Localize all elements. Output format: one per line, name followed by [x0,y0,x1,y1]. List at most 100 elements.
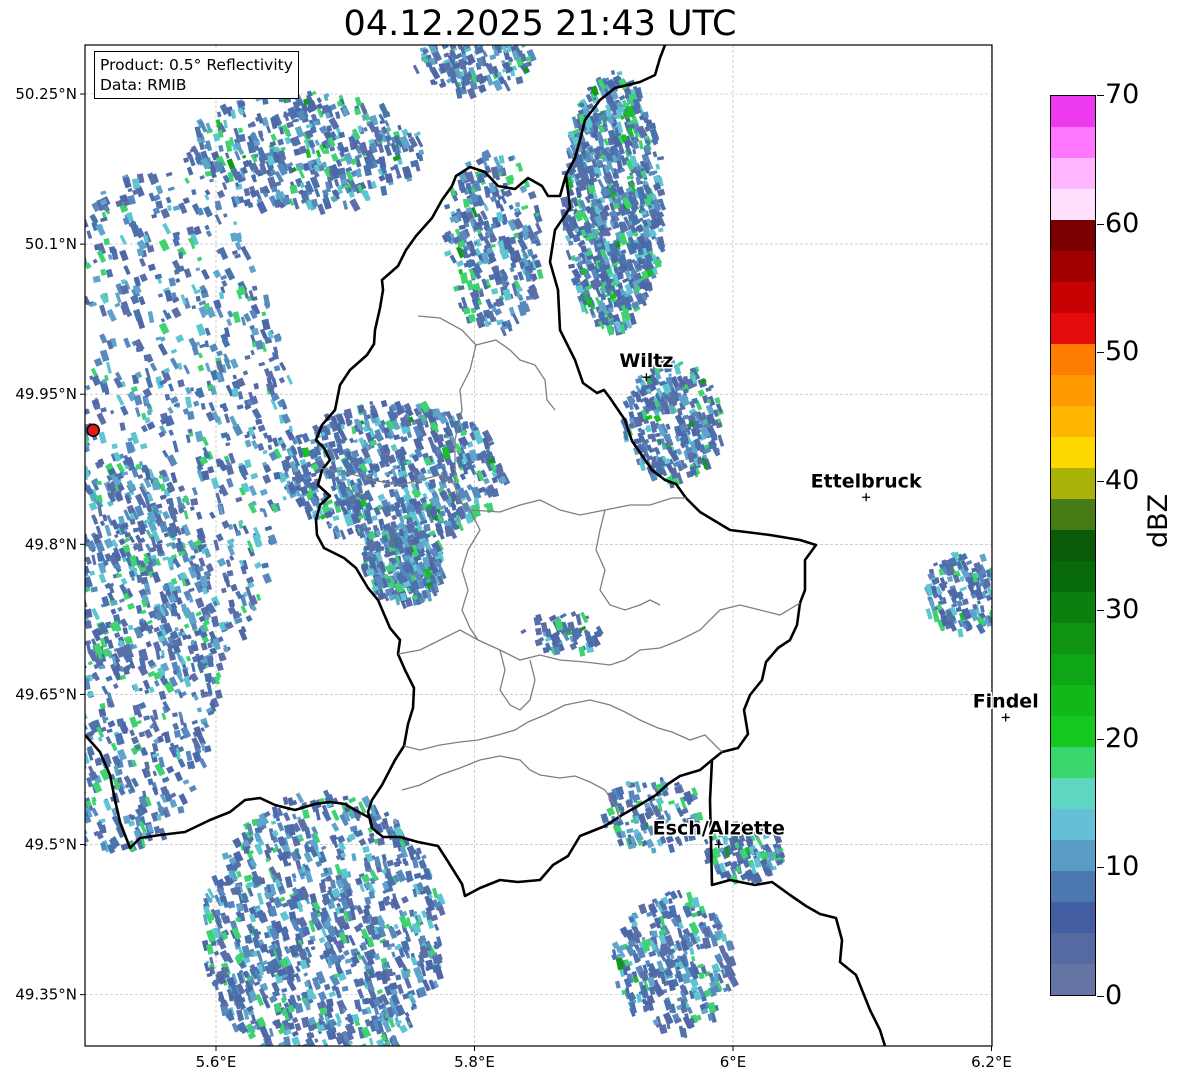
echo-cell [500,195,507,205]
echo-cell [413,872,422,880]
echo-cell [248,265,257,274]
echo-cell [152,641,162,653]
echo-cell [386,859,395,867]
echo-cell [61,506,69,516]
echo-cell [485,298,494,310]
echo-cell [66,471,72,480]
echo-cell [175,334,185,343]
echo-cell [77,744,82,753]
echo-cell [103,537,114,549]
echo-cell [37,507,44,518]
echo-cell [99,333,108,344]
echo-cell [56,259,62,263]
echo-cell [28,723,38,735]
echo-cell [190,662,196,673]
echo-cell [85,268,86,275]
echo-cell [164,289,173,302]
echo-cell [373,953,381,961]
echo-cell [12,734,19,744]
echo-cell [32,553,37,557]
echo-cell [6,690,14,697]
echo-cell [251,407,262,420]
echo-cell [144,689,150,695]
echo-cell [49,754,57,762]
echo-cell [2,673,9,682]
echo-cell [27,482,36,492]
echo-cell [16,747,24,757]
echo-cell [253,832,262,843]
echo-cell [85,663,87,671]
echo-cell [197,364,205,372]
echo-cell [77,462,84,471]
echo-cell [73,590,80,597]
echo-cell [56,334,62,338]
echo-cell [515,201,521,208]
echo-cell [85,535,86,548]
echo-cell [27,576,35,585]
echo-cell [37,568,44,575]
echo-cell [35,771,40,777]
echo-cell [74,487,79,493]
echo-cell [259,488,268,497]
echo-cell [119,234,127,245]
echo-cell [89,375,94,380]
echo-cell [358,838,367,847]
echo-cell [491,287,499,295]
echo-cell [17,546,22,553]
echo-cell [334,986,342,999]
echo-cell [39,746,44,757]
echo-cell [103,798,112,811]
echo-cell [68,707,77,717]
echo-cell [62,455,71,467]
echo-cell [255,593,262,602]
echo-cell [63,603,70,613]
echo-cell [168,497,174,507]
echo-cell [344,1051,352,1060]
echo-cell [75,644,82,649]
echo-cell [287,797,295,807]
echo-cell [185,655,192,662]
echo-cell [168,429,174,436]
echo-cell [60,444,67,452]
echo-cell [99,349,110,363]
echo-cell [391,951,396,958]
echo-cell [76,282,83,290]
echo-cell [163,731,171,744]
echo-cell [504,189,513,198]
echo-cell [652,151,658,158]
echo-cell [195,267,201,272]
echo-cell [191,719,199,725]
echo-cell [421,854,427,860]
echo-cell [160,654,165,659]
echo-cell [105,736,113,745]
echo-cell [85,835,86,844]
echo-cell [41,794,49,805]
echo-cell [204,327,211,337]
echo-cell [36,372,42,378]
echo-cell [182,197,190,205]
echo-cell [47,504,58,516]
echo-cell [49,790,55,800]
echo-cell [202,905,211,916]
echo-cell [12,420,18,425]
echo-cell [331,822,340,832]
echo-cell [170,472,178,484]
echo-cell [72,647,79,655]
echo-cell [227,900,236,909]
echo-cell [610,216,616,222]
echo-cell [221,519,230,530]
echo-cell [206,972,213,978]
echo-cell [45,470,50,479]
echo-cell [35,433,45,445]
echo-cell [78,479,83,486]
echo-cell [54,562,59,567]
echo-cell [311,1062,318,1067]
echo-cell [52,666,57,671]
echo-cell [29,759,33,766]
echo-cell [74,483,80,492]
echo-cell [59,600,68,610]
echo-cell [282,811,291,822]
echo-cell [36,311,45,323]
echo-cell [444,203,451,210]
echo-cell [59,493,64,499]
